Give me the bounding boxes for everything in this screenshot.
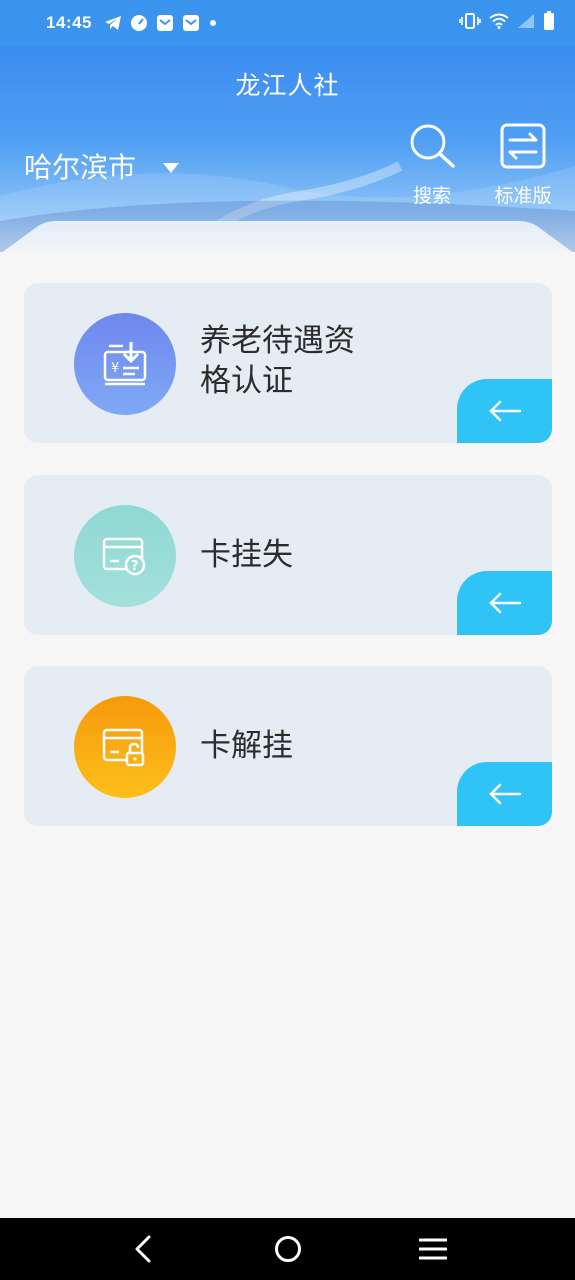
caret-down-icon — [162, 162, 180, 174]
pension-download-icon: ¥ — [74, 313, 176, 415]
mail-icon — [182, 14, 200, 32]
home-button[interactable] — [258, 1224, 318, 1274]
city-name: 哈尔滨市 — [24, 151, 137, 184]
recents-button[interactable] — [403, 1224, 463, 1274]
app-title: 龙江人社 — [235, 71, 340, 100]
service-list: ¥ 养老待遇资 格认证 ? 卡挂失 卡解挂 — [0, 252, 575, 1218]
mail-icon — [156, 14, 174, 32]
status-bar: 14:45 — [0, 0, 575, 46]
home-icon — [274, 1236, 301, 1262]
service-card-card-unlock[interactable]: 卡解挂 — [24, 666, 552, 826]
enter-button[interactable] — [457, 571, 552, 635]
wifi-icon — [489, 13, 509, 33]
telegram-icon — [104, 15, 122, 31]
card-title: 卡解挂 — [200, 728, 293, 764]
status-time: 14:45 — [46, 13, 92, 32]
system-navigation-bar — [0, 1218, 575, 1280]
speedometer-icon — [130, 14, 148, 32]
menu-icon — [418, 1238, 447, 1260]
standard-version-button[interactable]: 标准版 — [488, 122, 558, 208]
svg-text:¥: ¥ — [111, 361, 119, 376]
city-selector[interactable]: 哈尔滨市 — [24, 146, 180, 186]
standard-version-label: 标准版 — [494, 185, 552, 207]
status-notification-icons — [104, 14, 218, 32]
enter-button[interactable] — [457, 379, 552, 443]
card-title-line2: 格认证 — [200, 363, 293, 399]
back-button[interactable] — [113, 1224, 173, 1274]
switch-version-icon — [499, 122, 547, 175]
enter-button[interactable] — [457, 762, 552, 826]
svg-text:?: ? — [131, 559, 139, 574]
card-title-line1: 养老待遇资 — [200, 323, 355, 359]
card-question-icon: ? — [74, 505, 176, 607]
back-icon — [135, 1235, 150, 1263]
search-icon — [408, 122, 456, 175]
service-card-pension-certification[interactable]: ¥ 养老待遇资 格认证 — [24, 283, 552, 443]
card-title: 养老待遇资 格认证 — [200, 321, 355, 401]
arrow-left-icon — [488, 400, 521, 422]
dot-icon — [208, 18, 218, 28]
arrow-left-icon — [488, 592, 521, 614]
battery-icon — [543, 11, 555, 35]
search-button[interactable]: 搜索 — [397, 122, 467, 208]
service-card-card-loss[interactable]: ? 卡挂失 — [24, 475, 552, 635]
card-unlock-icon — [74, 696, 176, 798]
arrow-left-icon — [488, 783, 521, 805]
search-label: 搜索 — [412, 185, 451, 207]
vibrate-icon — [459, 13, 481, 33]
status-system-icons — [459, 11, 555, 35]
signal-icon — [517, 13, 535, 33]
card-title: 卡挂失 — [200, 537, 293, 573]
